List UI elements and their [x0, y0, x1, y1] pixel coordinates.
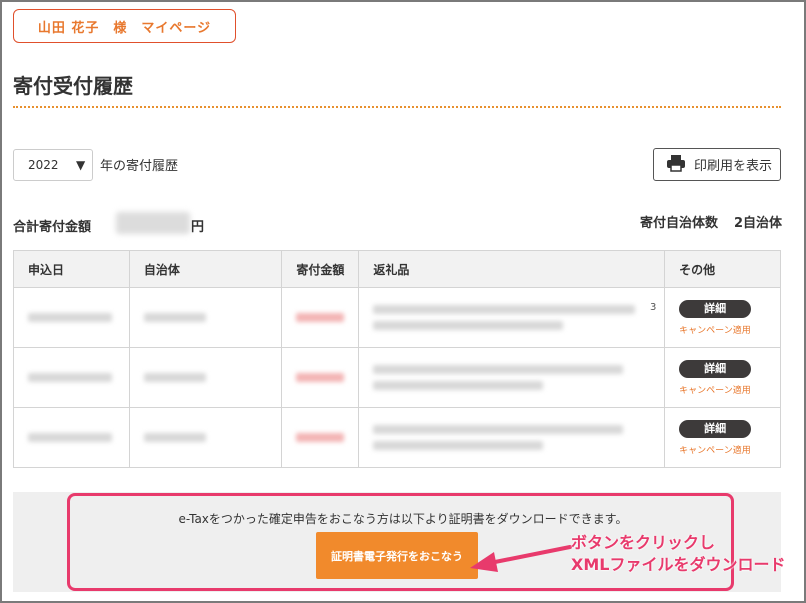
detail-button[interactable]: 詳細: [679, 359, 752, 378]
cell-amount-redacted: [281, 407, 360, 468]
mypage-button[interactable]: 山田 花子 様 マイページ: [13, 9, 236, 43]
print-view-label: 印刷用を表示: [694, 159, 773, 174]
campaign-link[interactable]: キャンペーン適用: [679, 383, 780, 396]
campaign-link[interactable]: キャンペーン適用: [679, 323, 780, 336]
header-other: その他: [664, 250, 781, 288]
year-select-value: 2022: [28, 158, 59, 172]
header-date: 申込日: [13, 250, 130, 288]
annotation-text: ボタンをクリックし XMLファイルをダウンロード: [571, 532, 785, 576]
annotation-arrow-icon: [470, 545, 572, 572]
cell-other: 詳細 キャンペーン適用: [664, 407, 781, 468]
title-divider: [13, 106, 781, 108]
detail-button[interactable]: 詳細: [679, 299, 752, 318]
table-row: 詳細 キャンペーン適用: [13, 347, 781, 408]
cell-municipality-redacted: [128, 347, 283, 408]
cell-amount-redacted: [281, 347, 360, 408]
total-amount-unit: 円: [191, 220, 205, 235]
total-amount-redacted: [116, 212, 190, 234]
printer-icon: [666, 154, 686, 176]
total-amount-label: 合計寄付金額: [13, 220, 92, 235]
cell-other: 詳細 キャンペーン適用: [664, 347, 781, 408]
donation-history-table: 申込日 自治体 寄付金額 返礼品 その他 詳細 キャンペーン適用 詳細 キャンペ…: [13, 250, 781, 468]
cell-date-redacted: [13, 347, 130, 408]
table-row: 詳細 キャンペーン適用: [13, 407, 781, 468]
annotation-line-2: XMLファイルをダウンロード: [571, 555, 786, 574]
cell-date-redacted: [13, 407, 130, 468]
table-row: 詳細 キャンペーン適用: [13, 287, 781, 348]
row-stray-number: 3: [650, 302, 657, 313]
cell-gift-redacted: [358, 407, 666, 468]
cell-other: 詳細 キャンペーン適用: [664, 287, 781, 348]
municipality-count-value: 2自治体: [733, 216, 782, 231]
header-municipality: 自治体: [128, 250, 283, 288]
campaign-link[interactable]: キャンペーン適用: [679, 443, 780, 456]
year-select[interactable]: 2022 ▼: [13, 149, 93, 181]
cell-municipality-redacted: [128, 287, 283, 348]
detail-button[interactable]: 詳細: [679, 419, 752, 438]
page-title: 寄付受付履歴: [13, 74, 133, 98]
print-view-button[interactable]: 印刷用を表示: [653, 148, 781, 181]
header-amount: 寄付金額: [281, 250, 360, 288]
year-caption: 年の寄付履歴: [100, 159, 179, 174]
cell-gift-redacted: [358, 287, 666, 348]
caret-down-icon: ▼: [76, 158, 86, 172]
municipality-count-label: 寄付自治体数: [639, 216, 718, 231]
cell-gift-redacted: [358, 347, 666, 408]
cell-municipality-redacted: [128, 407, 283, 468]
municipality-count: 寄付自治体数 2自治体: [640, 212, 782, 231]
table-header-row: 申込日 自治体 寄付金額 返礼品 その他: [13, 250, 781, 288]
header-gift: 返礼品: [358, 250, 666, 288]
cell-amount-redacted: [281, 287, 360, 348]
cell-date-redacted: [13, 287, 130, 348]
annotation-line-1: ボタンをクリックし: [571, 533, 716, 552]
